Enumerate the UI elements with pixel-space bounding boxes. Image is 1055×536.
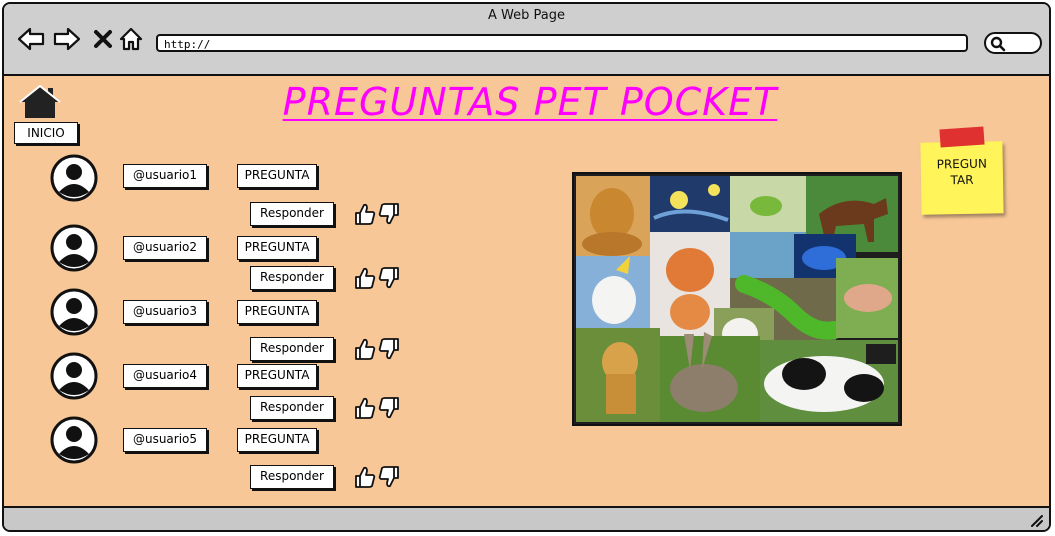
reply-button[interactable]: Responder <box>250 396 334 420</box>
window-title: A Web Page <box>488 8 565 23</box>
ask-question-button[interactable]: PREGUN TAR <box>920 141 1004 215</box>
browser-window: A Web Page http:// INICIO PREGUNTAS PET … <box>2 2 1051 532</box>
question-button[interactable]: PREGUNTA <box>237 428 317 452</box>
avatar-icon <box>50 224 98 272</box>
avatar-icon <box>50 416 98 464</box>
url-input[interactable]: http:// <box>156 34 968 52</box>
thumbs-up-icon[interactable] <box>354 396 376 420</box>
reply-button[interactable]: Responder <box>250 465 334 489</box>
pet-collage-image <box>572 172 902 426</box>
page-title: PREGUNTAS PET POCKET <box>282 80 778 124</box>
username-label[interactable]: @usuario2 <box>123 236 207 260</box>
home-icon[interactable] <box>18 84 62 120</box>
page-content: INICIO PREGUNTAS PET POCKET @usuario1 PR… <box>4 76 1049 510</box>
reply-button[interactable]: Responder <box>250 337 334 361</box>
username-label[interactable]: @usuario3 <box>123 300 207 324</box>
question-button[interactable]: PREGUNTA <box>237 364 317 388</box>
reply-button[interactable]: Responder <box>250 202 334 226</box>
thumbs-down-icon[interactable] <box>378 337 400 361</box>
search-icon <box>990 36 1006 52</box>
thumbs-down-icon[interactable] <box>378 465 400 489</box>
close-icon[interactable] <box>88 24 118 54</box>
avatar-icon <box>50 288 98 336</box>
forward-arrow-icon[interactable] <box>52 24 82 54</box>
browser-toolbar: A Web Page http:// <box>4 4 1049 76</box>
thumbs-down-icon[interactable] <box>378 202 400 226</box>
thumbs-up-icon[interactable] <box>354 337 376 361</box>
resize-icon[interactable] <box>1029 513 1043 527</box>
question-button[interactable]: PREGUNTA <box>237 300 317 324</box>
thumbs-up-icon[interactable] <box>354 266 376 290</box>
avatar-icon <box>50 154 98 202</box>
back-arrow-icon[interactable] <box>16 24 46 54</box>
home-button[interactable]: INICIO <box>14 122 78 144</box>
thumbs-up-icon[interactable] <box>354 465 376 489</box>
ask-note-label: PREGUN TAR <box>936 156 987 188</box>
question-button[interactable]: PREGUNTA <box>237 164 317 188</box>
home-icon[interactable] <box>116 24 146 54</box>
thumbs-down-icon[interactable] <box>378 396 400 420</box>
thumbs-up-icon[interactable] <box>354 202 376 226</box>
search-input[interactable] <box>984 32 1042 54</box>
status-bar <box>4 506 1049 530</box>
username-label[interactable]: @usuario4 <box>123 364 207 388</box>
username-label[interactable]: @usuario1 <box>123 164 207 188</box>
avatar-icon <box>50 352 98 400</box>
question-button[interactable]: PREGUNTA <box>237 236 317 260</box>
reply-button[interactable]: Responder <box>250 266 334 290</box>
sticky-tape <box>939 126 985 148</box>
thumbs-down-icon[interactable] <box>378 266 400 290</box>
username-label[interactable]: @usuario5 <box>123 428 207 452</box>
